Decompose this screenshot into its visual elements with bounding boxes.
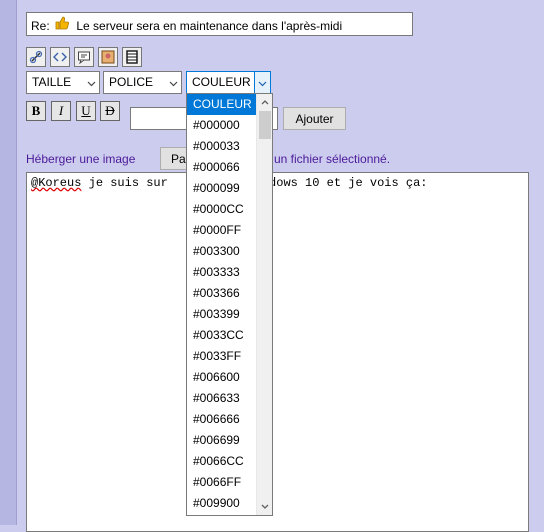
- quote-icon[interactable]: [74, 47, 94, 67]
- color-option[interactable]: #006633: [187, 388, 257, 409]
- no-file-label: un fichier sélectionné.: [274, 152, 391, 166]
- color-option[interactable]: #0033CC: [187, 325, 257, 346]
- chevron-down-icon: [169, 77, 178, 91]
- color-options: COULEUR #000000 #000033 #000066 #000099 #0000…: [187, 94, 257, 514]
- color-option[interactable]: #0033FF: [187, 346, 257, 367]
- message-textarea[interactable]: @Koreus je suis sur ndows 10 et je vois ç…: [26, 172, 529, 532]
- police-select[interactable]: POLICE: [103, 71, 182, 94]
- color-option[interactable]: #000066: [187, 157, 257, 178]
- color-option[interactable]: #000000: [187, 115, 257, 136]
- scrollbar-thumb[interactable]: [259, 111, 271, 139]
- thumbs-up-icon: [55, 16, 71, 33]
- police-value: POLICE: [109, 75, 154, 89]
- scroll-up-icon[interactable]: [257, 94, 272, 110]
- color-option[interactable]: #003366: [187, 283, 257, 304]
- color-option[interactable]: #0066FF: [187, 472, 257, 493]
- message-text-end: ndows 10 et je vois ça:: [261, 176, 428, 190]
- couleur-value: COULEUR: [192, 75, 251, 89]
- subject-title: Le serveur sera en maintenance dans l'ap…: [76, 19, 343, 33]
- color-option[interactable]: #006699: [187, 430, 257, 451]
- underline-button[interactable]: U: [76, 101, 96, 121]
- host-image-link[interactable]: Héberger une image: [26, 152, 135, 166]
- color-option[interactable]: #0066CC: [187, 451, 257, 472]
- color-option[interactable]: #003399: [187, 304, 257, 325]
- color-option[interactable]: #006600: [187, 367, 257, 388]
- italic-button[interactable]: I: [51, 101, 71, 121]
- color-option[interactable]: #006666: [187, 409, 257, 430]
- scroll-down-icon[interactable]: [257, 499, 272, 515]
- ajouter-button[interactable]: Ajouter: [283, 107, 346, 130]
- code-icon[interactable]: [50, 47, 70, 67]
- color-option[interactable]: COULEUR: [187, 94, 257, 115]
- color-option[interactable]: #009900: [187, 493, 257, 514]
- mention-text: @Koreus: [31, 176, 82, 190]
- message-text-start: je suis sur: [81, 176, 168, 190]
- strikethrough-button[interactable]: D: [100, 101, 120, 121]
- color-option[interactable]: #003300: [187, 241, 257, 262]
- subject-prefix: Re:: [31, 19, 50, 33]
- dropdown-scrollbar[interactable]: [256, 94, 272, 515]
- link-icon[interactable]: [26, 47, 46, 67]
- color-option[interactable]: #0000FF: [187, 220, 257, 241]
- taille-select[interactable]: TAILLE: [26, 71, 100, 94]
- color-dropdown-list[interactable]: COULEUR #000000 #000033 #000066 #000099 #0000…: [186, 93, 273, 516]
- taille-value: TAILLE: [32, 75, 72, 89]
- chevron-down-icon: [258, 77, 267, 91]
- chevron-down-icon: [87, 77, 96, 91]
- couleur-select[interactable]: COULEUR: [186, 71, 271, 94]
- color-option[interactable]: #000033: [187, 136, 257, 157]
- subject-input[interactable]: Re: Le serveur sera en maintenance dans …: [26, 12, 413, 36]
- video-icon[interactable]: [122, 47, 142, 67]
- color-option[interactable]: #0000CC: [187, 199, 257, 220]
- image-icon[interactable]: [98, 47, 118, 67]
- color-option[interactable]: #003333: [187, 262, 257, 283]
- left-sidebar-strip: [0, 0, 17, 525]
- color-option[interactable]: #000099: [187, 178, 257, 199]
- bold-button[interactable]: B: [26, 101, 46, 121]
